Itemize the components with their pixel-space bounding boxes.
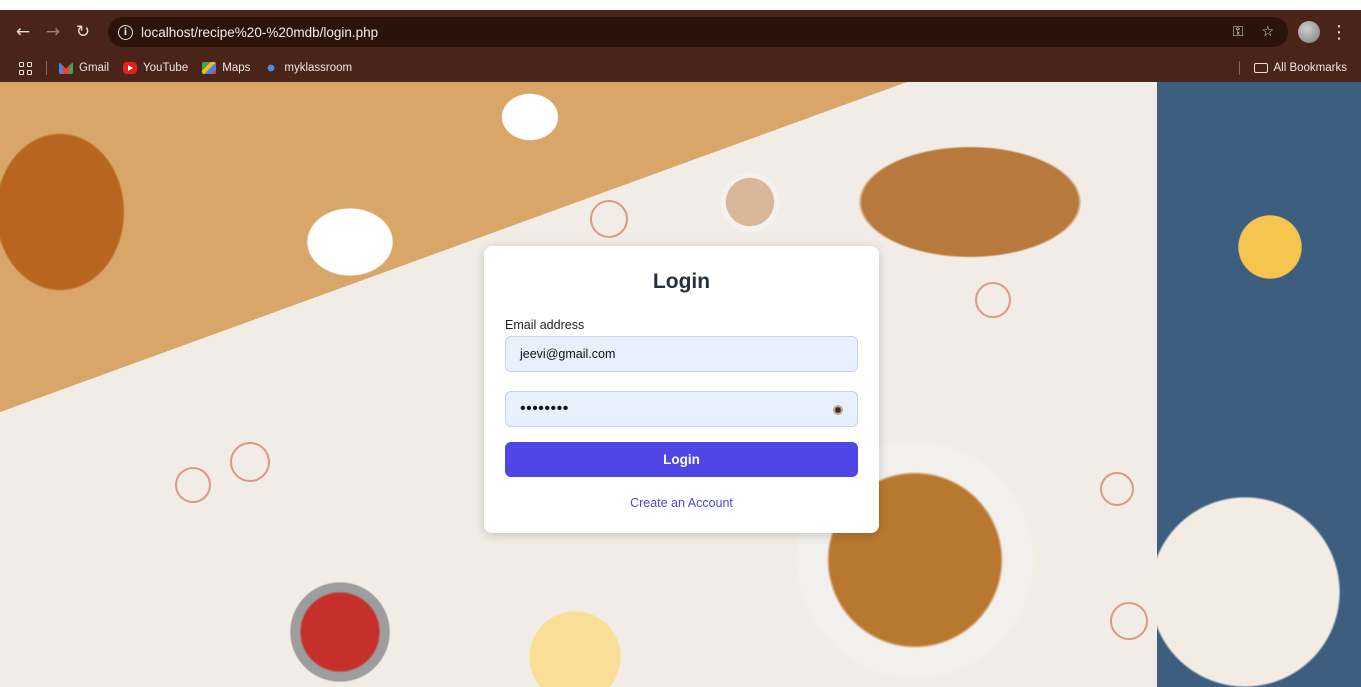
bookmark-label: Maps [222, 62, 251, 74]
background-decoration [590, 200, 628, 238]
url-text[interactable]: localhost/recipe%20-%20mdb/login.php [141, 25, 378, 40]
reload-icon[interactable]: ↻ [68, 17, 98, 47]
star-icon[interactable]: ☆ [1261, 24, 1274, 40]
password-value: •••••••• [520, 400, 569, 417]
bookmarks-bar: Gmail YouTube Maps myklassroom All Bookm… [0, 54, 1361, 82]
apps-icon[interactable] [19, 61, 32, 75]
info-icon[interactable]: i [118, 24, 133, 40]
forward-arrow-icon[interactable]: → [38, 17, 68, 47]
bookmark-label: myklassroom [284, 62, 353, 74]
background-decoration [975, 282, 1011, 318]
bookmarks-divider [1238, 61, 1240, 75]
avatar[interactable] [1298, 21, 1320, 43]
bookmark-label: YouTube [143, 62, 189, 74]
bookmark-youtube[interactable]: YouTube [123, 62, 188, 74]
address-bar-actions: ⚿ ☆ [1233, 17, 1274, 47]
login-button[interactable]: Login [505, 442, 858, 477]
youtube-icon [123, 62, 138, 74]
window-top-strip [0, 0, 1361, 10]
bookmark-label: Gmail [79, 62, 110, 74]
password-field[interactable]: •••••••• [505, 391, 858, 427]
folder-icon [1253, 63, 1268, 73]
all-bookmarks-label: All Bookmarks [1273, 62, 1348, 74]
eye-icon[interactable] [833, 405, 843, 415]
background-decoration [175, 467, 211, 503]
myklassroom-icon [264, 62, 279, 74]
maps-icon [202, 62, 217, 74]
email-field[interactable]: jeevi@gmail.com [505, 336, 858, 372]
bookmark-myklassroom[interactable]: myklassroom [264, 62, 352, 74]
bookmark-maps[interactable]: Maps [202, 62, 250, 74]
background-decoration [230, 442, 270, 482]
key-icon[interactable]: ⚿ [1233, 24, 1244, 40]
bookmarks-divider [46, 61, 47, 75]
browser-toolbar: ← → ↻ i localhost/recipe%20-%20mdb/login… [0, 10, 1361, 54]
page-title: Login [652, 270, 711, 293]
gmail-icon [59, 62, 73, 74]
login-card: Login Email address jeevi@gmail.com ••••… [484, 246, 879, 533]
address-bar[interactable]: i localhost/recipe%20-%20mdb/login.php ⚿… [108, 17, 1288, 47]
all-bookmarks-button[interactable]: All Bookmarks [1238, 54, 1348, 82]
menu-icon[interactable]: ⋮ [1330, 17, 1348, 47]
create-account-link[interactable]: Create an Account [484, 496, 879, 510]
email-label: Email address [505, 318, 585, 332]
background-decoration [1110, 602, 1148, 640]
bookmark-gmail[interactable]: Gmail [59, 62, 109, 74]
back-arrow-icon[interactable]: ← [8, 17, 38, 47]
background-decoration [1100, 472, 1134, 506]
